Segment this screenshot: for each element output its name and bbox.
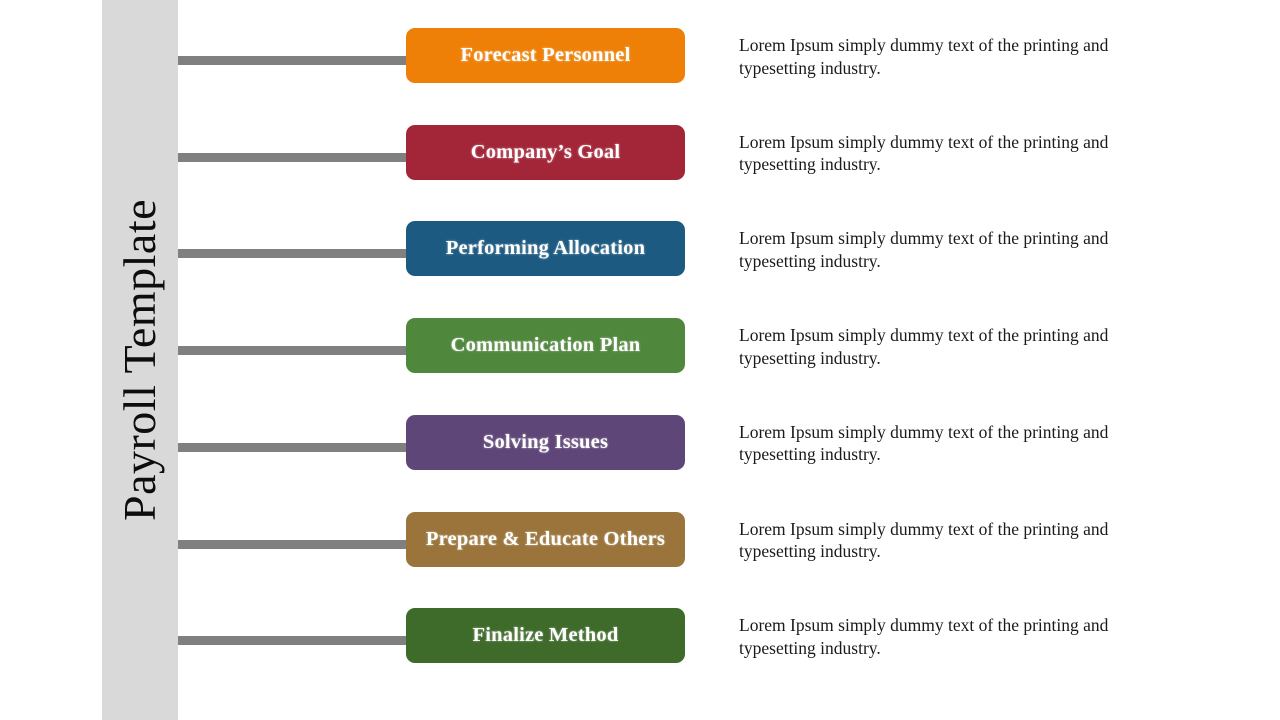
step-pill[interactable]: Prepare & Educate Others	[406, 511, 685, 567]
connector-line	[178, 346, 418, 356]
step-description: Lorem Ipsum simply dummy text of the pri…	[739, 131, 1109, 175]
step-pill[interactable]: Solving Issues	[406, 414, 685, 470]
step-pill-label: Prepare & Educate Others	[425, 527, 666, 550]
process-row: Prepare & Educate Others Lorem Ipsum simp…	[0, 496, 1280, 593]
step-pill[interactable]: Company’s Goal	[406, 124, 685, 180]
step-pill[interactable]: Performing Allocation	[406, 221, 685, 277]
step-pill-label: Company’s Goal	[470, 140, 621, 163]
step-description: Lorem Ipsum simply dummy text of the pri…	[739, 35, 1109, 78]
step-pill-label: Performing Allocation	[445, 237, 646, 260]
connector-line	[178, 636, 418, 646]
step-description: Lorem Ipsum simply dummy text of the pri…	[739, 421, 1109, 465]
process-row: Company’s Goal Lorem Ipsum simply dummy t…	[0, 109, 1280, 206]
step-description: Lorem Ipsum simply dummy text of the pri…	[739, 228, 1109, 271]
connector-line	[178, 539, 418, 549]
connector-line	[178, 152, 418, 162]
step-description: Lorem Ipsum simply dummy text of the pri…	[739, 518, 1109, 562]
slide-canvas: Payroll Template Forecast Personnel Lorem…	[0, 0, 1280, 720]
connector-line	[178, 442, 418, 452]
step-pill-label: Solving Issues	[482, 430, 609, 453]
connector-line	[178, 56, 418, 65]
step-description: Lorem Ipsum simply dummy text of the pri…	[739, 325, 1109, 368]
step-pill-label: Forecast Personnel	[460, 44, 631, 66]
step-pill-label: Finalize Method	[472, 624, 619, 647]
step-pill[interactable]: Finalize Method	[406, 608, 685, 664]
step-pill-label: Communication Plan	[450, 334, 641, 357]
process-row: Solving Issues Lorem Ipsum simply dummy t…	[0, 399, 1280, 496]
step-description: Lorem Ipsum simply dummy text of the pri…	[739, 615, 1109, 658]
connector-line	[178, 249, 418, 259]
process-row: Communication Plan Lorem Ipsum simply dum…	[0, 302, 1280, 399]
process-row: Finalize Method Lorem Ipsum simply dummy …	[0, 592, 1280, 689]
process-row: Performing Allocation Lorem Ipsum simply …	[0, 205, 1280, 302]
process-row: Forecast Personnel Lorem Ipsum simply dum…	[0, 12, 1280, 109]
step-pill[interactable]: Communication Plan	[406, 318, 685, 374]
step-pill[interactable]: Forecast Personnel	[406, 28, 685, 83]
